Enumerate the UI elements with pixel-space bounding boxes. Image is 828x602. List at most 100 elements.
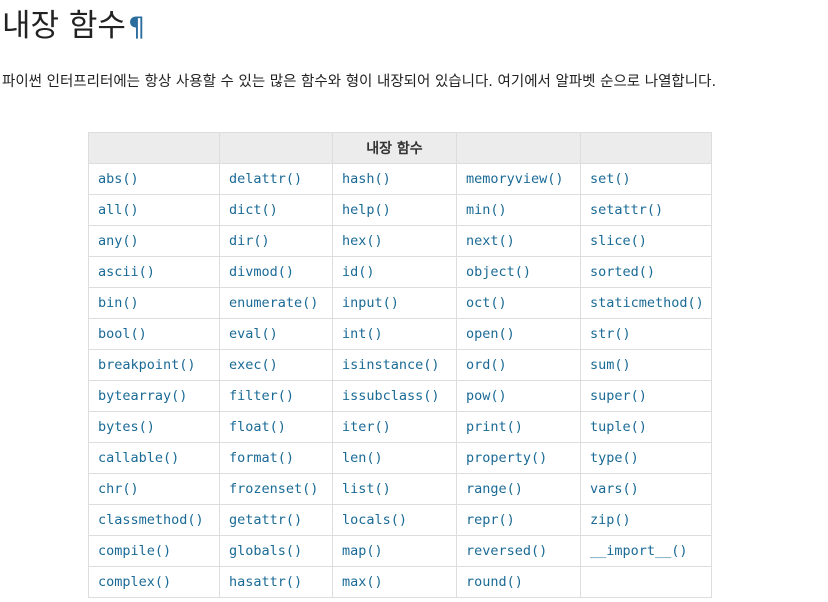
- table-cell: ascii(): [88, 256, 220, 288]
- function-link[interactable]: globals(): [229, 543, 302, 559]
- permalink-icon[interactable]: ¶: [128, 12, 145, 43]
- function-link[interactable]: any(): [98, 233, 139, 249]
- function-link[interactable]: range(): [466, 481, 523, 497]
- function-link[interactable]: divmod(): [229, 264, 294, 280]
- function-link[interactable]: sorted(): [590, 264, 655, 280]
- function-link[interactable]: callable(): [98, 450, 179, 466]
- function-link[interactable]: reversed(): [466, 543, 547, 559]
- function-link[interactable]: abs(): [98, 171, 139, 187]
- function-link[interactable]: ascii(): [98, 264, 155, 280]
- function-link[interactable]: round(): [466, 574, 523, 590]
- function-link[interactable]: compile(): [98, 543, 171, 559]
- function-link[interactable]: __import__(): [590, 543, 688, 559]
- function-link[interactable]: sum(): [590, 357, 631, 373]
- function-link[interactable]: enumerate(): [229, 295, 318, 311]
- function-link[interactable]: type(): [590, 450, 639, 466]
- function-link[interactable]: input(): [342, 295, 399, 311]
- function-link[interactable]: zip(): [590, 512, 631, 528]
- function-link[interactable]: frozenset(): [229, 481, 318, 497]
- table-cell: str(): [580, 318, 712, 350]
- table-cell: memoryview(): [456, 163, 581, 195]
- function-link[interactable]: format(): [229, 450, 294, 466]
- function-link[interactable]: ord(): [466, 357, 507, 373]
- function-link[interactable]: setattr(): [590, 202, 663, 218]
- function-link[interactable]: float(): [229, 419, 286, 435]
- table-cell: vars(): [580, 473, 712, 505]
- table-cell: compile(): [88, 535, 220, 567]
- table-cell: hash(): [332, 163, 457, 195]
- table-body: abs() delattr() hash() memoryview() set() all…: [88, 163, 712, 598]
- table-cell: open(): [456, 318, 581, 350]
- function-link[interactable]: str(): [590, 326, 631, 342]
- function-link[interactable]: map(): [342, 543, 383, 559]
- table-cell: map(): [332, 535, 457, 567]
- function-link[interactable]: open(): [466, 326, 515, 342]
- table-row: classmethod() getattr() locals() repr() zip(…: [88, 504, 712, 536]
- function-link[interactable]: complex(): [98, 574, 171, 590]
- function-link[interactable]: iter(): [342, 419, 391, 435]
- function-link[interactable]: dict(): [229, 202, 278, 218]
- function-link[interactable]: min(): [466, 202, 507, 218]
- function-link[interactable]: repr(): [466, 512, 515, 528]
- function-link[interactable]: id(): [342, 264, 375, 280]
- function-link[interactable]: vars(): [590, 481, 639, 497]
- function-link[interactable]: int(): [342, 326, 383, 342]
- table-row: compile() globals() map() reversed() __impor…: [88, 535, 712, 567]
- function-link[interactable]: hasattr(): [229, 574, 302, 590]
- function-link[interactable]: breakpoint(): [98, 357, 196, 373]
- function-link[interactable]: locals(): [342, 512, 407, 528]
- function-link[interactable]: memoryview(): [466, 171, 564, 187]
- function-link[interactable]: list(): [342, 481, 391, 497]
- function-link[interactable]: help(): [342, 202, 391, 218]
- function-link[interactable]: set(): [590, 171, 631, 187]
- table-cell: input(): [332, 287, 457, 319]
- function-link[interactable]: property(): [466, 450, 547, 466]
- table-cell: range(): [456, 473, 581, 505]
- function-link[interactable]: classmethod(): [98, 512, 204, 528]
- table-row: breakpoint() exec() isinstance() ord() sum(): [88, 349, 712, 381]
- function-link[interactable]: getattr(): [229, 512, 302, 528]
- function-link[interactable]: print(): [466, 419, 523, 435]
- function-link[interactable]: bytearray(): [98, 388, 187, 404]
- function-link[interactable]: max(): [342, 574, 383, 590]
- table-cell: all(): [88, 194, 220, 226]
- table-row: bin() enumerate() input() oct() staticmethod…: [88, 287, 712, 319]
- table-row: chr() frozenset() list() range() vars(): [88, 473, 712, 505]
- function-link[interactable]: exec(): [229, 357, 278, 373]
- function-link[interactable]: bytes(): [98, 419, 155, 435]
- function-link[interactable]: oct(): [466, 295, 507, 311]
- function-link[interactable]: bin(): [98, 295, 139, 311]
- function-link[interactable]: delattr(): [229, 171, 302, 187]
- function-link[interactable]: eval(): [229, 326, 278, 342]
- table-cell: set(): [580, 163, 712, 195]
- function-link[interactable]: super(): [590, 388, 647, 404]
- function-link[interactable]: object(): [466, 264, 531, 280]
- function-link[interactable]: pow(): [466, 388, 507, 404]
- intro-paragraph: 파이썬 인터프리터에는 항상 사용할 수 있는 많은 함수와 형이 내장되어 있…: [2, 74, 717, 90]
- function-link[interactable]: issubclass(): [342, 388, 440, 404]
- function-link[interactable]: staticmethod(): [590, 295, 704, 311]
- table-cell: hasattr(): [219, 566, 333, 598]
- function-link[interactable]: hash(): [342, 171, 391, 187]
- table-header-cell-empty: [580, 132, 712, 164]
- table-cell: repr(): [456, 504, 581, 536]
- function-link[interactable]: next(): [466, 233, 515, 249]
- function-link[interactable]: isinstance(): [342, 357, 440, 373]
- table-cell: callable(): [88, 442, 220, 474]
- table-cell: object(): [456, 256, 581, 288]
- function-link[interactable]: slice(): [590, 233, 647, 249]
- function-link[interactable]: chr(): [98, 481, 139, 497]
- function-link[interactable]: filter(): [229, 388, 294, 404]
- table-row: bytearray() filter() issubclass() pow() supe…: [88, 380, 712, 412]
- table-cell: zip(): [580, 504, 712, 536]
- function-link[interactable]: all(): [98, 202, 139, 218]
- table-cell: type(): [580, 442, 712, 474]
- table-cell: filter(): [219, 380, 333, 412]
- function-link[interactable]: bool(): [98, 326, 147, 342]
- function-link[interactable]: hex(): [342, 233, 383, 249]
- table-cell: hex(): [332, 225, 457, 257]
- table-cell: classmethod(): [88, 504, 220, 536]
- function-link[interactable]: tuple(): [590, 419, 647, 435]
- function-link[interactable]: dir(): [229, 233, 270, 249]
- function-link[interactable]: len(): [342, 450, 383, 466]
